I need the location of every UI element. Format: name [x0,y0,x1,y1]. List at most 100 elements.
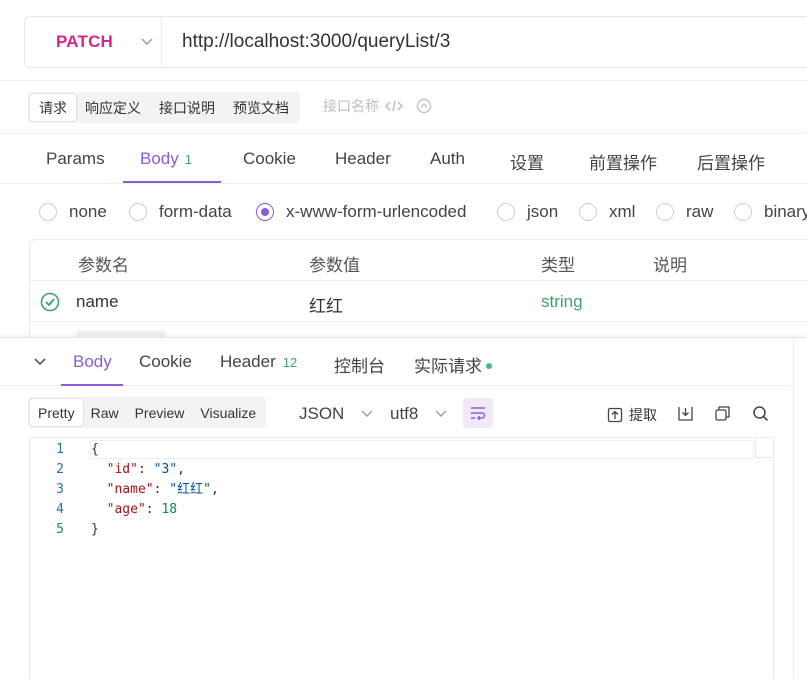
radio-circle [129,203,147,221]
extract-button[interactable]: 提取 [607,405,657,425]
resp-tab-header[interactable]: Header 12 [220,352,297,372]
resp-tab-body[interactable]: Body [73,352,112,372]
url-bar: PATCH http://localhost:3000/queryList/3 [24,16,807,68]
param-type-cell[interactable]: string [541,292,583,312]
download-icon[interactable] [677,405,694,422]
radio-none[interactable]: none [39,202,107,222]
radio-label: xml [609,202,636,221]
table-header: 参数名 参数值 类型 说明 [30,240,807,281]
tab-pre-operations[interactable]: 前置操作 [589,149,657,174]
divider [0,80,807,81]
resp-tab-cookie[interactable]: Cookie [139,352,192,372]
response-tabs: Body Cookie Header 12 控制台 实际请求 [0,338,790,386]
tab-api-description[interactable]: 接口说明 [150,94,224,121]
extract-label: 提取 [629,407,657,423]
word-wrap-button[interactable] [463,398,493,428]
tab-request[interactable]: 请求 [30,94,76,121]
view-pretty[interactable]: Pretty [30,399,83,426]
tab-label: Body [140,149,179,168]
view-preview[interactable]: Preview [127,399,193,426]
radio-raw[interactable]: raw [656,202,713,222]
radio-binary[interactable]: binary [734,202,807,222]
encoding-label: utf8 [390,404,419,423]
top-segmented-tabs: 请求 响应定义 接口说明 预览文档 [28,92,300,123]
tab-badge: 1 [184,152,192,167]
radio-circle [497,203,515,221]
radio-label: binary [764,202,807,221]
radio-label: json [527,202,559,221]
api-name-area: 接口名称 [323,96,433,116]
radio-json[interactable]: json [497,202,558,222]
tab-label: 前置操作 [589,154,657,173]
active-line-highlight [90,440,754,459]
radio-circle [734,203,752,221]
code-text: "age": 18 [106,502,178,517]
api-name-input[interactable]: 接口名称 [323,96,379,116]
radio-circle [656,203,674,221]
code-text: } [91,522,99,537]
code-text: "id": "3", [106,462,185,477]
chevron-down-icon [435,410,447,417]
table-row: name 红红 string [30,282,807,322]
tab-label: Body [73,352,112,371]
status-dot [486,362,492,369]
format-select[interactable]: JSON [299,404,374,424]
refresh-icon[interactable] [415,97,433,115]
radio-xml[interactable]: xml [579,202,635,222]
extract-icon [607,407,623,423]
method-select[interactable]: PATCH [25,17,162,67]
params-table: 参数名 参数值 类型 说明 name 红红 string [29,239,807,339]
radio-label: none [69,202,107,221]
tab-settings[interactable]: 设置 [510,149,544,174]
chevron-down-icon [141,38,153,45]
column-header-type: 类型 [541,256,575,275]
radio-form-data[interactable]: form-data [129,202,232,222]
encoding-select[interactable]: utf8 [390,404,448,424]
tab-preview-docs[interactable]: 预览文档 [224,94,298,121]
search-icon[interactable] [752,405,769,422]
radio-label: raw [686,202,714,221]
tab-cookie[interactable]: Cookie [243,149,296,169]
code-icon[interactable] [385,99,403,113]
line-number: 1 [56,442,64,457]
word-wrap-icon [471,407,486,421]
tab-label: 设置 [510,154,544,173]
url-input[interactable]: http://localhost:3000/queryList/3 [162,31,450,53]
copy-icon[interactable] [714,405,731,422]
tab-label: Params [46,149,105,168]
param-name-cell[interactable]: name [76,292,119,312]
tab-response-definition[interactable]: 响应定义 [76,94,150,121]
scrollbar[interactable] [755,438,773,458]
code-editor[interactable]: 1 {2 "id": "3", 3 "name": "红红", 4 "age": 18… [29,437,774,679]
view-raw[interactable]: Raw [83,399,127,426]
line-number: 3 [56,482,64,497]
check-circle-icon[interactable] [40,292,60,312]
tab-header[interactable]: Header [335,149,391,169]
tab-badge: 12 [282,355,298,370]
view-visualize[interactable]: Visualize [192,399,264,426]
tab-post-operations[interactable]: 后置操作 [697,149,765,174]
tab-label: 控制台 [334,357,385,376]
radio-label: x-www-form-urlencoded [286,202,467,221]
radio-circle [39,203,57,221]
tab-label: Header [220,352,276,371]
view-mode-tabs: Pretty Raw Preview Visualize [28,397,267,428]
tab-params[interactable]: Params [46,149,105,169]
active-tab-indicator [61,384,123,386]
column-header-param-value: 参数值 [309,256,360,275]
divider [0,183,807,184]
tab-label: 后置操作 [697,154,765,173]
resp-tab-console[interactable]: 控制台 [334,352,385,377]
param-value-cell[interactable]: 红红 [309,292,343,317]
divider [793,338,794,679]
tab-label: Cookie [139,352,192,371]
code-text: { [91,442,99,457]
tab-auth[interactable]: Auth [430,149,465,169]
code-text: "name": "红红", [106,482,219,497]
radio-x-www-form-urlencoded[interactable]: x-www-form-urlencoded [256,202,466,222]
tab-label: Header [335,149,391,168]
line-number: 2 [56,462,64,477]
tab-body[interactable]: Body 1 [140,149,192,169]
chevron-down-icon[interactable] [33,355,47,369]
resp-tab-actual-request[interactable]: 实际请求 [414,352,492,377]
